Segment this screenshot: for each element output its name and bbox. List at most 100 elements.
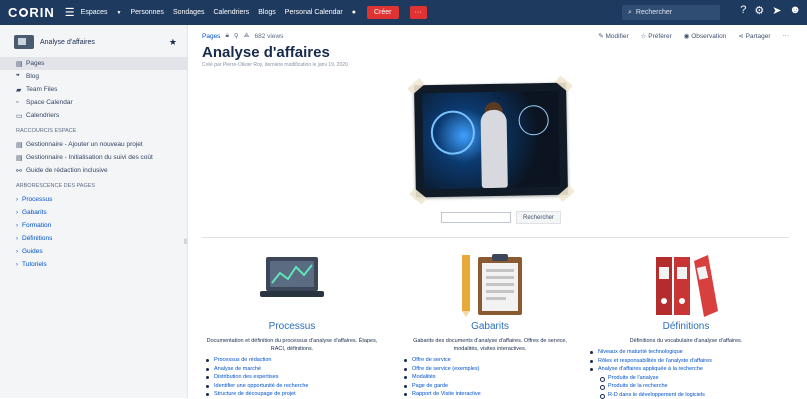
page-search-input[interactable]: [441, 212, 511, 223]
tree-item-definitions[interactable]: ›Définitions: [0, 232, 187, 245]
help-icon[interactable]: ?: [740, 4, 746, 17]
link-list: Niveaux de maturité technologique Rôles …: [586, 348, 786, 399]
sidebar-item-label: Calendriers: [26, 112, 59, 119]
tree-item-gabarits[interactable]: › Gabarits: [0, 206, 187, 219]
sidebar-item-calendriers[interactable]: ▭Calendriers: [0, 109, 187, 122]
tree-item-formation[interactable]: › Formation: [0, 219, 187, 232]
binders-icon: [654, 253, 718, 317]
calendar-icon: ▫: [16, 99, 26, 106]
link-icon[interactable]: ⚲: [234, 32, 239, 40]
favorite-label: Préférer: [648, 33, 671, 40]
sidebar-item-blog[interactable]: ❞Blog: [0, 70, 187, 83]
nav-personal-calendar[interactable]: Personal Calendar: [285, 9, 343, 16]
shortcut-ajouter-projet[interactable]: ▤Gestionnaire - Ajouter un nouveau proje…: [0, 138, 187, 151]
page-search-button[interactable]: Rechercher: [516, 211, 561, 224]
column-description: Gabarits des documents d'analyse d'affai…: [400, 337, 580, 353]
calendar-icon: ▭: [16, 112, 26, 120]
tree-label: Formation: [22, 222, 51, 229]
clipboard-pencil-icon: [458, 251, 524, 317]
list-item[interactable]: Rapport de Visite interactive: [400, 390, 580, 399]
favorite-button[interactable]: ☆ Préférer: [641, 32, 672, 40]
space-header: Analyse d'affaires ★: [0, 25, 187, 57]
list-item[interactable]: Modalités: [400, 373, 580, 382]
sidebar-item-pages[interactable]: ▤Pages: [0, 57, 187, 70]
breadcrumb-pages[interactable]: Pages: [202, 33, 220, 40]
search-icon: ⌕: [628, 9, 632, 17]
list-item[interactable]: Produits de la recherche: [586, 382, 786, 391]
page-title: Analyse d'affaires: [202, 44, 330, 61]
link-list: Processus de rédaction Analyse de marché…: [202, 356, 382, 399]
location-pin-icon[interactable]: ●: [352, 9, 356, 16]
tree-item-tutoriels[interactable]: ›Tutoriels: [0, 258, 187, 271]
list-item[interactable]: Rôles et responsabilités de l'analyste d…: [586, 357, 786, 366]
share-button[interactable]: ⋖ Partager: [738, 32, 770, 40]
edit-button[interactable]: ✎ Modifier: [598, 32, 628, 40]
tree-item-guides[interactable]: › Guides: [0, 245, 187, 258]
watch-button[interactable]: ◉ Observation: [684, 32, 727, 40]
column-heading[interactable]: Définitions: [586, 321, 786, 332]
column-heading[interactable]: Processus: [202, 321, 382, 332]
tree-label: Gabarits: [22, 209, 47, 216]
nav-blogs[interactable]: Blogs: [258, 9, 276, 16]
more-actions-button[interactable]: ···: [783, 32, 790, 40]
list-item[interactable]: Page de garde: [400, 382, 580, 391]
chevron-right-icon[interactable]: ›: [16, 262, 18, 268]
create-button[interactable]: Créer: [367, 6, 399, 19]
page-icon: ▤: [16, 154, 26, 162]
chevron-right-icon[interactable]: ›: [16, 197, 18, 203]
folder-icon: ▰: [16, 86, 26, 94]
link-icon: ⚯: [16, 167, 26, 175]
topbar-icons: ? ⚙ ➤ ☻: [740, 4, 801, 17]
global-search-input[interactable]: ⌕ Rechercher: [622, 5, 720, 20]
list-item[interactable]: Produits de l'analyse: [586, 374, 786, 383]
star-icon[interactable]: ★: [169, 37, 177, 48]
chevron-down-icon[interactable]: ▼: [117, 10, 122, 16]
nav-personnes[interactable]: Personnes: [130, 9, 163, 16]
chevron-right-icon[interactable]: ›: [16, 236, 18, 242]
more-create-button[interactable]: ···: [410, 6, 427, 19]
shortcut-suivi-couts[interactable]: ▤Gestionnaire - Initialisation du suivi …: [0, 151, 187, 164]
page-icon: ▤: [16, 60, 26, 68]
space-name[interactable]: Analyse d'affaires: [40, 39, 169, 46]
avatar[interactable]: ☻: [789, 4, 801, 17]
list-item[interactable]: Analyse d'affaires appliquée à la recher…: [586, 365, 786, 374]
lock-icon[interactable]: 🔒︎: [225, 32, 228, 40]
column-description: Définitions du vocabulaire d'analyse d'a…: [586, 337, 786, 345]
shortcut-label: Gestionnaire - Ajouter un nouveau projet: [26, 141, 143, 148]
list-item[interactable]: Offre de service: [400, 356, 580, 365]
analytics-icon[interactable]: ⟁: [244, 32, 250, 40]
sidebar-item-space-calendar[interactable]: ▫Space Calendar: [0, 96, 187, 109]
column-heading[interactable]: Gabarits: [400, 321, 580, 332]
notification-icon[interactable]: ➤: [772, 4, 781, 17]
list-item[interactable]: Processus de rédaction: [202, 356, 382, 365]
list-item[interactable]: Offre de service (exemples): [400, 365, 580, 374]
shortcut-label: Guide de rédaction inclusive: [26, 167, 108, 174]
hamburger-menu-icon[interactable]: ☰: [65, 6, 75, 19]
list-item[interactable]: Niveaux de maturité technologique: [586, 348, 786, 357]
edit-label: Modifier: [606, 33, 629, 40]
space-logo[interactable]: [14, 35, 34, 49]
nav-espaces[interactable]: Espaces: [81, 9, 108, 16]
page-actions: ✎ Modifier ☆ Préférer ◉ Observation ⋖ Pa…: [598, 32, 789, 40]
sidebar-item-label: Pages: [26, 60, 44, 67]
nav-calendriers[interactable]: Calendriers: [213, 9, 249, 16]
shortcut-guide-redaction[interactable]: ⚯Guide de rédaction inclusive: [0, 164, 187, 177]
list-item[interactable]: Analyse de marché: [202, 365, 382, 374]
list-item[interactable]: Distribution des expertises: [202, 373, 382, 382]
page-views[interactable]: 682 views: [254, 33, 283, 40]
sidebar-item-team-files[interactable]: ▰Team Files: [0, 83, 187, 96]
list-item[interactable]: Identifier une opportunité de recherche: [202, 382, 382, 391]
chevron-right-icon[interactable]: ›: [16, 249, 18, 255]
tree-item-processus[interactable]: ›Processus: [0, 193, 187, 206]
nav-sondages[interactable]: Sondages: [173, 9, 205, 16]
shortcut-label: Gestionnaire - Initialisation du suivi d…: [26, 154, 153, 161]
chevron-right-icon[interactable]: ›: [16, 210, 18, 216]
sidebar-collapse-handle[interactable]: ‖: [184, 239, 187, 246]
app-logo[interactable]: CRIN: [8, 5, 55, 20]
list-item[interactable]: Structure de découpage de projet: [202, 390, 382, 399]
column-processus: Processus Documentation et définition du…: [202, 247, 382, 399]
sidebar-item-label: Space Calendar: [26, 99, 73, 106]
tree-label: Guides: [22, 248, 43, 255]
gear-icon[interactable]: ⚙: [754, 4, 764, 17]
chevron-right-icon[interactable]: ›: [16, 223, 18, 229]
